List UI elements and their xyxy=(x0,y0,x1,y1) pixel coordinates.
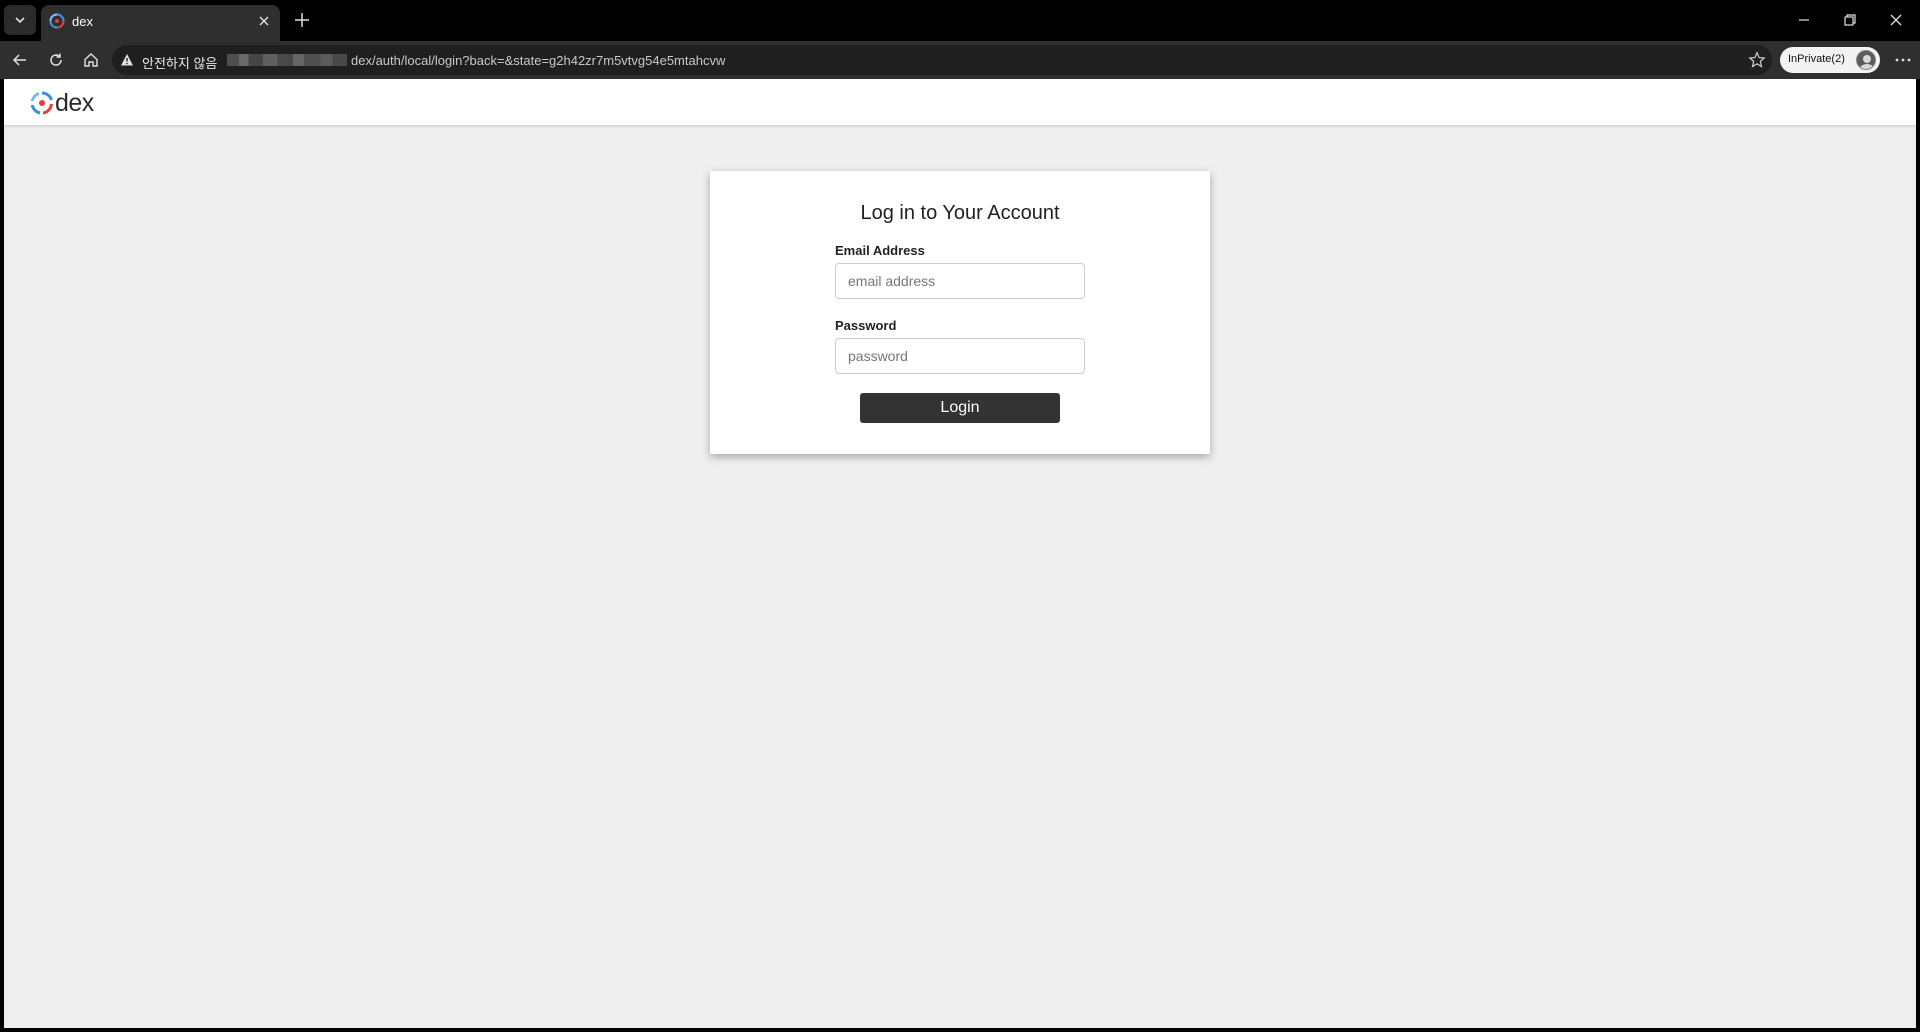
password-label: Password xyxy=(835,318,897,333)
close-tab-button[interactable] xyxy=(254,11,274,31)
dex-logo[interactable]: dex xyxy=(30,89,94,117)
plus-icon xyxy=(295,13,309,27)
close-icon xyxy=(259,16,269,26)
favorite-button[interactable] xyxy=(1748,51,1766,74)
more-horizontal-icon xyxy=(1895,58,1911,62)
star-icon xyxy=(1748,51,1766,68)
login-card: Log in to Your Account Email Address Pas… xyxy=(710,171,1210,454)
home-icon xyxy=(84,53,98,67)
profile-label: InPrivate(2) xyxy=(1788,53,1845,65)
login-button[interactable]: Login xyxy=(860,393,1060,423)
warning-icon xyxy=(121,54,133,66)
restore-icon xyxy=(1844,14,1856,26)
inprivate-profile-button[interactable]: InPrivate(2) xyxy=(1780,47,1880,73)
minimize-button[interactable] xyxy=(1784,6,1824,34)
tab-strip: dex xyxy=(0,0,1920,41)
site-header: dex xyxy=(4,79,1916,126)
browser-toolbar: 안전하지 않음 dex/auth/local/login?back=&state… xyxy=(0,41,1920,79)
chevron-down-icon xyxy=(15,17,25,24)
tab-list-button[interactable] xyxy=(4,5,36,35)
browser-window: dex 안전하지 않음 dex/auth/local/login?back=&s… xyxy=(0,0,1920,1032)
back-button[interactable] xyxy=(5,45,35,75)
home-button[interactable] xyxy=(76,45,106,75)
logo-text: dex xyxy=(55,88,94,117)
page-title: Log in to Your Account xyxy=(860,202,1060,224)
restore-button[interactable] xyxy=(1830,6,1870,34)
redacted-host xyxy=(227,54,347,66)
email-label: Email Address xyxy=(835,243,925,258)
close-icon xyxy=(1890,14,1902,26)
avatar xyxy=(1856,50,1876,70)
minimize-icon xyxy=(1799,19,1809,21)
tab-dex[interactable]: dex xyxy=(41,5,280,41)
tab-title: dex xyxy=(72,14,93,29)
address-bar[interactable]: 안전하지 않음 dex/auth/local/login?back=&state… xyxy=(112,45,1772,75)
new-tab-button[interactable] xyxy=(288,6,316,34)
password-input[interactable] xyxy=(835,338,1085,374)
refresh-icon xyxy=(50,53,62,66)
security-status-label[interactable]: 안전하지 않음 xyxy=(142,53,217,72)
arrow-left-icon xyxy=(12,54,26,66)
close-window-button[interactable] xyxy=(1876,6,1916,34)
person-icon xyxy=(1859,55,1875,69)
page-viewport: dex Log in to Your Account Email Address… xyxy=(4,79,1916,1028)
dex-logo-icon xyxy=(30,91,53,115)
url-text[interactable]: dex/auth/local/login?back=&state=g2h42zr… xyxy=(351,53,725,68)
refresh-button[interactable] xyxy=(41,45,71,75)
dex-favicon-icon xyxy=(49,13,65,29)
email-input[interactable] xyxy=(835,263,1085,299)
settings-more-button[interactable] xyxy=(1888,45,1918,75)
